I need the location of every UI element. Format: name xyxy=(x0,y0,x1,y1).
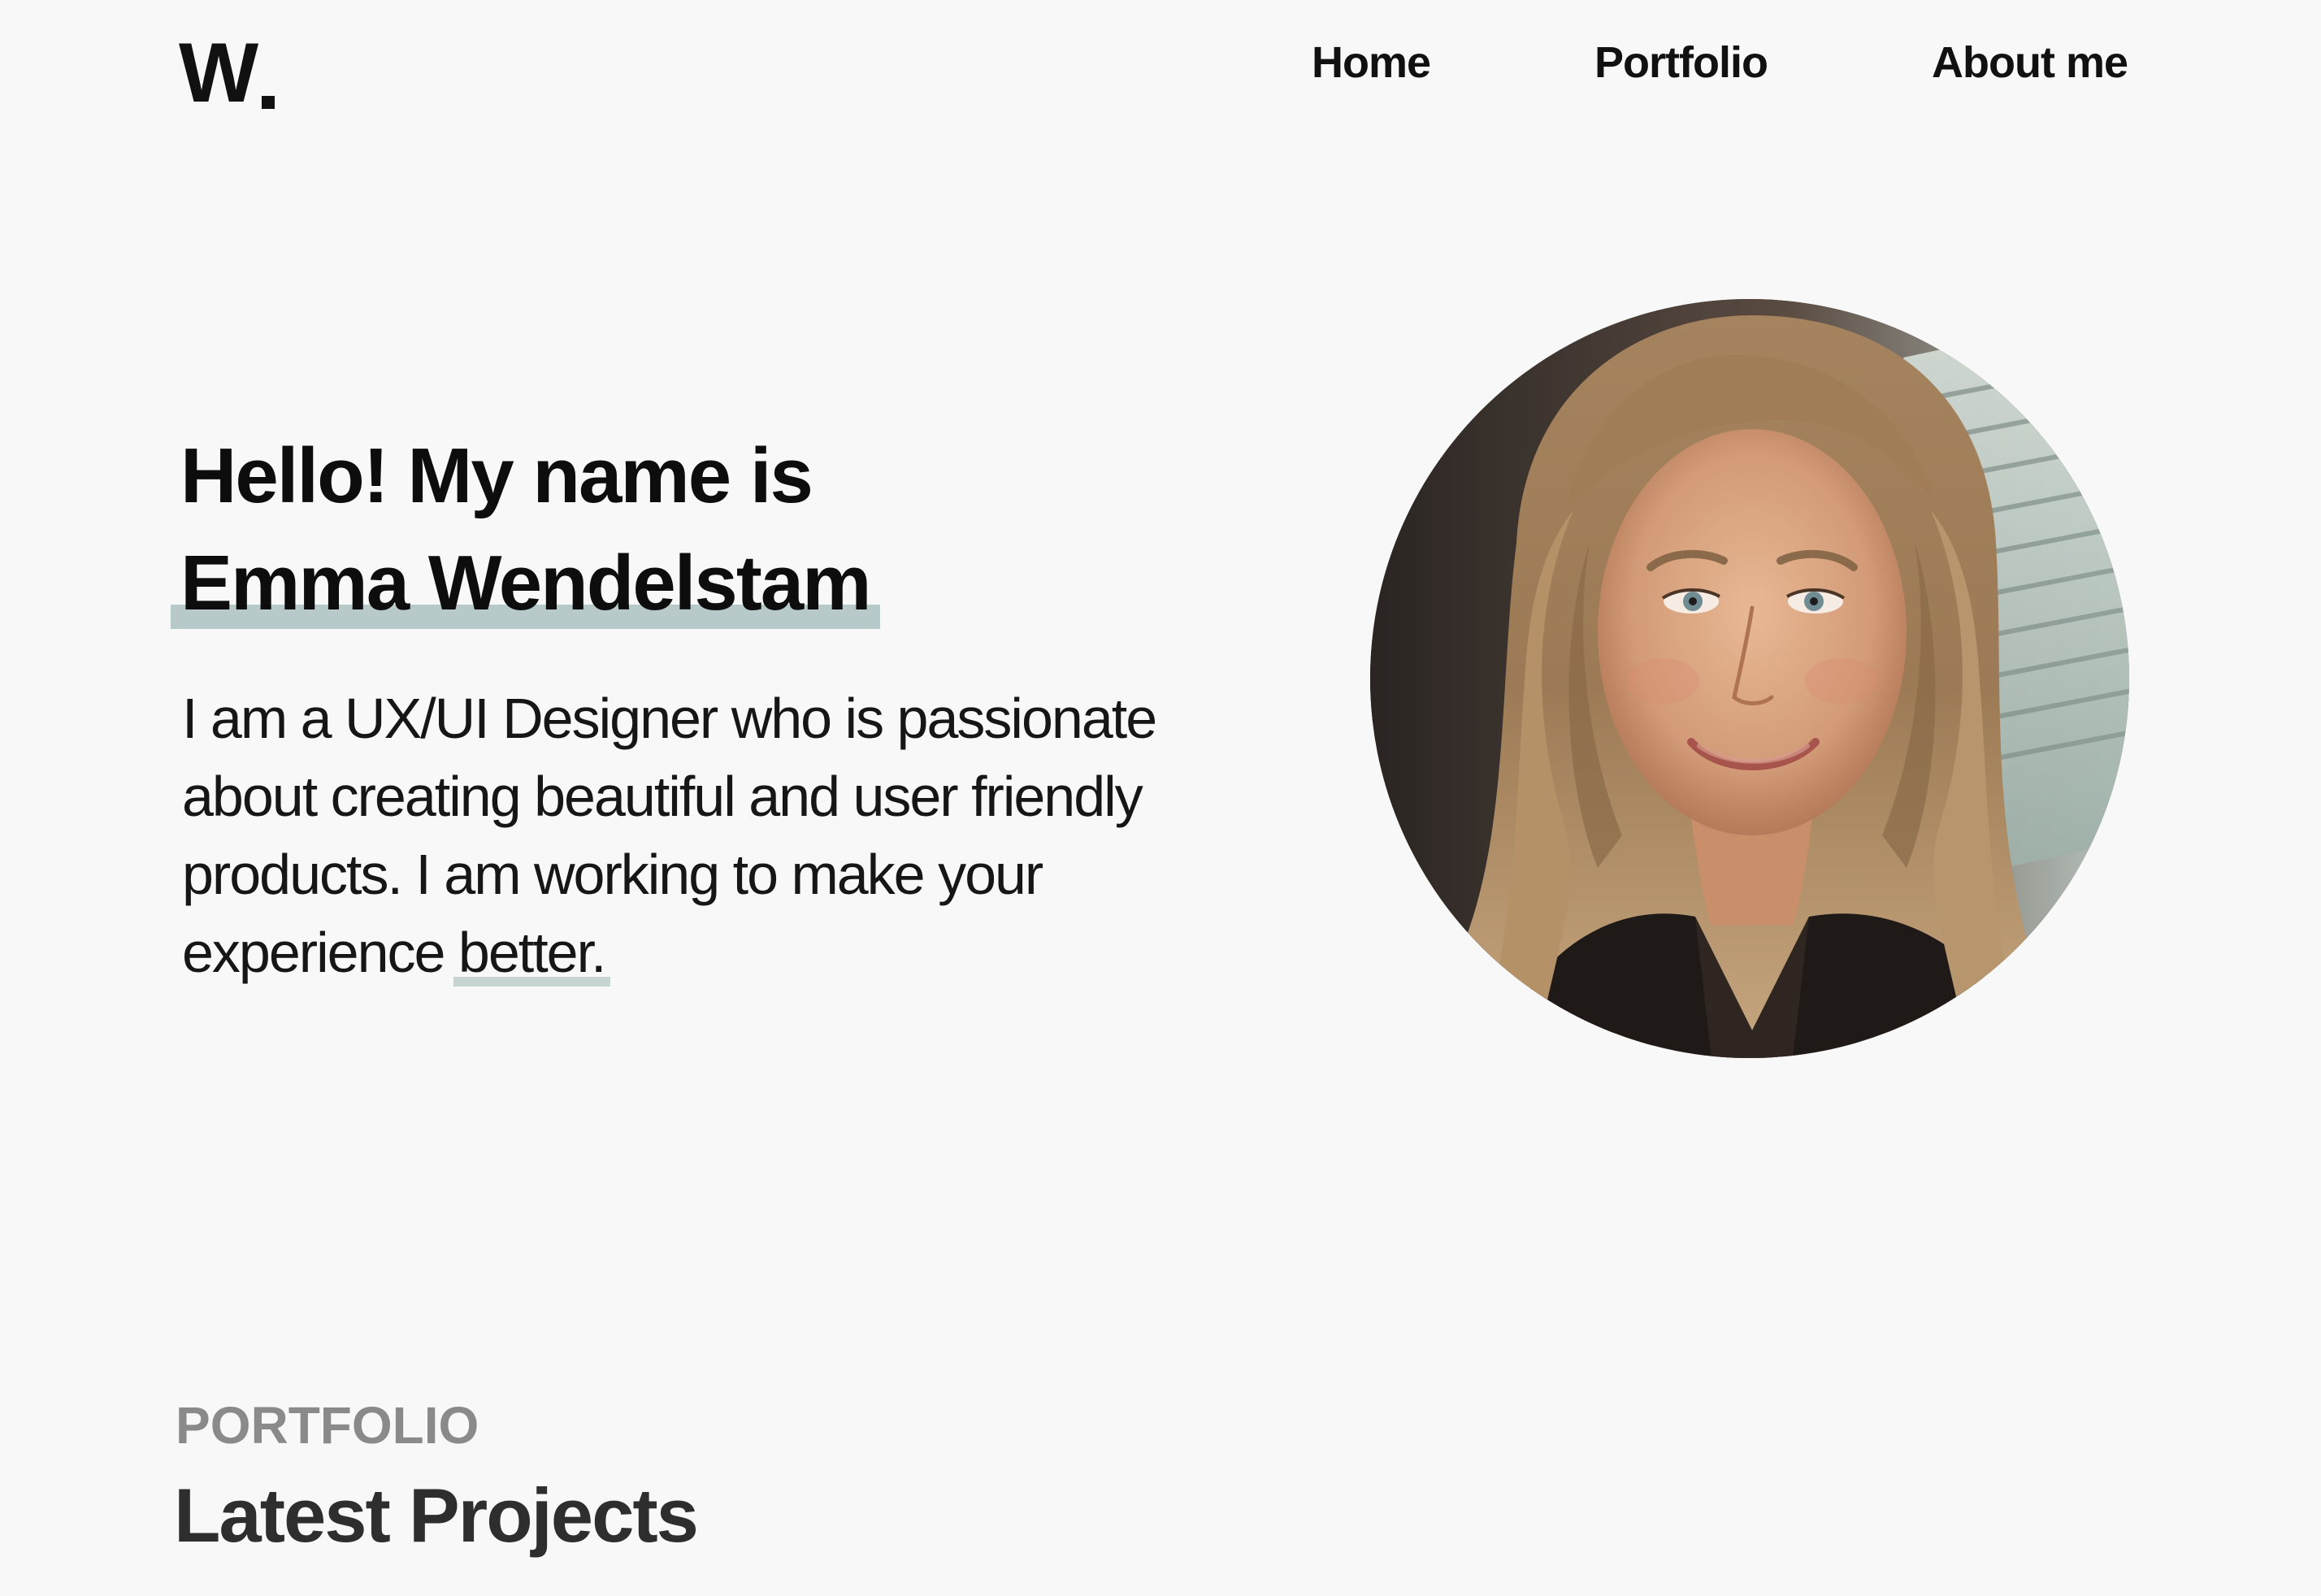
hero-title: Hello! My name is Emma Wendelstam xyxy=(171,423,880,637)
main-nav: Home Portfolio About me xyxy=(1312,37,2128,88)
portrait-illustration xyxy=(1370,299,2129,1058)
hero-description: I am a UX/UI Designer who is passionate … xyxy=(182,679,1287,991)
profile-photo xyxy=(1370,299,2129,1058)
portfolio-eyebrow: PORTFOLIO xyxy=(176,1396,479,1455)
nav-home-link[interactable]: Home xyxy=(1312,37,1431,88)
nav-portfolio-link[interactable]: Portfolio xyxy=(1594,37,1768,88)
w-logo-icon[interactable]: W xyxy=(179,31,276,115)
logo-letter: W xyxy=(179,26,258,120)
logo-dot xyxy=(262,96,275,109)
description-highlight-word: better. xyxy=(453,913,610,991)
hero-description-text: I am a UX/UI Designer who is passionate … xyxy=(182,687,1157,984)
hero-greeting: Hello! My name is xyxy=(180,432,813,519)
site-header: W Home Portfolio About me xyxy=(0,0,2321,146)
hero-name: Emma Wendelstam xyxy=(171,530,880,637)
nav-about-link[interactable]: About me xyxy=(1932,37,2128,88)
portfolio-title: Latest Projects xyxy=(174,1472,699,1558)
